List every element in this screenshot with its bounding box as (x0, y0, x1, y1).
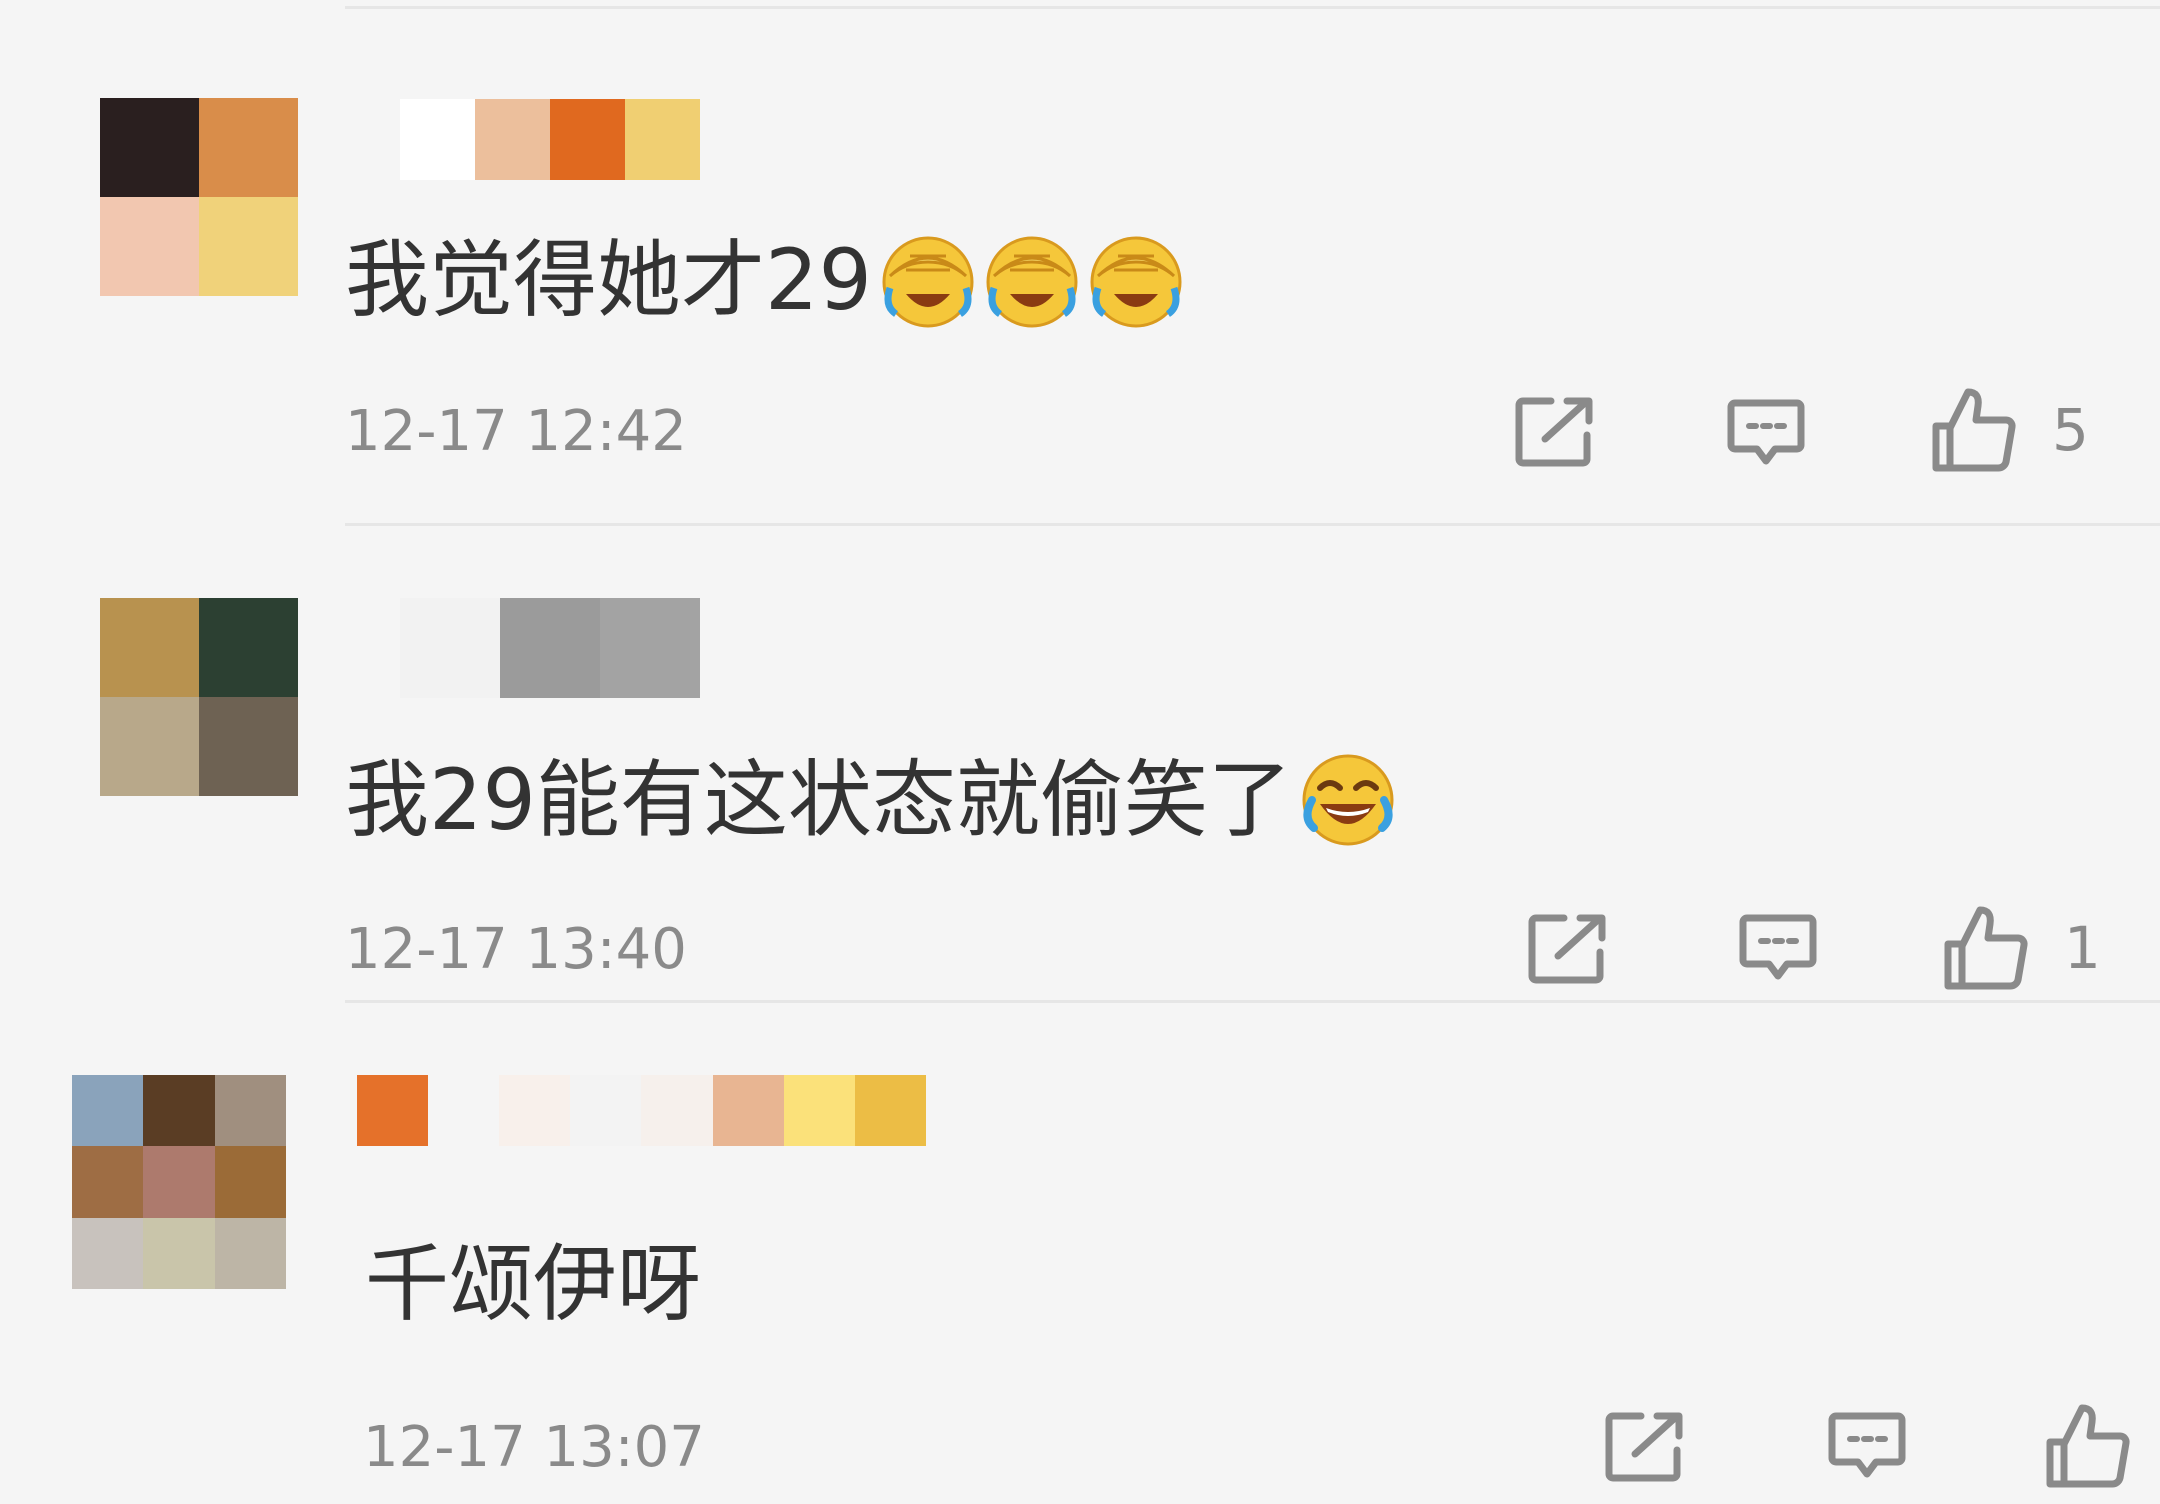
repost-button[interactable] (1605, 1410, 1685, 1482)
thumbs-up-icon (1932, 388, 2016, 472)
like-button[interactable]: 5 (1930, 386, 2089, 474)
share-box-icon (1605, 1412, 1683, 1482)
mosaic-cell (550, 99, 625, 180)
repost-button[interactable] (1528, 912, 1608, 984)
mosaic-cell (400, 99, 475, 180)
comment-text: 我觉得她才29 (345, 232, 1184, 328)
mosaic-cell (214, 1217, 286, 1289)
avatar[interactable] (72, 1075, 286, 1289)
mosaic-cell (72, 1146, 144, 1218)
mosaic-cell (500, 598, 600, 698)
comment-text-content: 我觉得她才29 (345, 231, 872, 329)
mosaic-cell (100, 697, 199, 796)
comment-text: 千颂伊呀 (365, 1242, 701, 1326)
username[interactable] (357, 1075, 997, 1146)
username[interactable] (400, 598, 700, 698)
thumbs-up-icon (1944, 906, 2028, 990)
comment-bubble-icon (1739, 914, 1817, 980)
mosaic-cell (712, 1075, 784, 1146)
mosaic-cell (499, 1075, 571, 1146)
mosaic-cell (100, 598, 199, 697)
mosaic-cell (100, 197, 199, 296)
reply-button[interactable] (1739, 912, 1817, 984)
like-button[interactable]: 1 (1942, 904, 2101, 992)
like-button[interactable] (2044, 1402, 2132, 1490)
comment-bubble-icon (1727, 399, 1805, 465)
comment-text-content: 千颂伊呀 (365, 1235, 702, 1333)
reply-button[interactable] (1727, 397, 1805, 469)
tears-of-joy-emoji (1300, 752, 1396, 848)
comment-timestamp: 12-17 12:42 (345, 399, 687, 464)
mosaic-cell (357, 1075, 429, 1146)
mosaic-cell (625, 99, 700, 180)
share-box-icon (1528, 914, 1606, 984)
mosaic-cell (199, 197, 298, 296)
mosaic-cell (400, 598, 500, 698)
mosaic-cell (143, 1217, 215, 1289)
repost-button[interactable] (1515, 395, 1595, 467)
comment-text-content: 我29能有这状态就偷笑了 (345, 751, 1292, 849)
facepalm-laugh-emoji (984, 232, 1080, 328)
mosaic-cell (100, 98, 199, 197)
mosaic-cell (199, 598, 298, 697)
comment-divider (345, 523, 2160, 526)
avatar[interactable] (100, 98, 298, 296)
mosaic-cell (428, 1075, 500, 1146)
mosaic-cell (641, 1075, 713, 1146)
mosaic-cell (600, 598, 700, 698)
comment-bubble-icon (1828, 1412, 1906, 1478)
top-divider (345, 6, 2160, 9)
mosaic-cell (199, 98, 298, 197)
avatar[interactable] (100, 598, 298, 796)
mosaic-cell (72, 1217, 144, 1289)
username[interactable] (400, 99, 700, 180)
like-count: 1 (2064, 914, 2101, 982)
mosaic-cell (199, 697, 298, 796)
mosaic-cell (854, 1075, 926, 1146)
mosaic-cell (783, 1075, 855, 1146)
reply-button[interactable] (1828, 1410, 1906, 1482)
mosaic-cell (214, 1075, 286, 1147)
thumbs-up-icon (2046, 1404, 2130, 1488)
like-count: 5 (2052, 396, 2089, 464)
comment-divider (345, 1000, 2160, 1003)
comment-timestamp: 12-17 13:07 (363, 1415, 705, 1480)
mosaic-cell (72, 1075, 144, 1147)
share-box-icon (1515, 397, 1593, 467)
comment-timestamp: 12-17 13:40 (345, 917, 687, 982)
mosaic-cell (214, 1146, 286, 1218)
mosaic-cell (570, 1075, 642, 1146)
mosaic-cell (143, 1146, 215, 1218)
mosaic-cell (475, 99, 550, 180)
facepalm-laugh-emoji (1088, 232, 1184, 328)
comment-text: 我29能有这状态就偷笑了 (345, 752, 1396, 848)
mosaic-cell (143, 1075, 215, 1147)
facepalm-laugh-emoji (880, 232, 976, 328)
